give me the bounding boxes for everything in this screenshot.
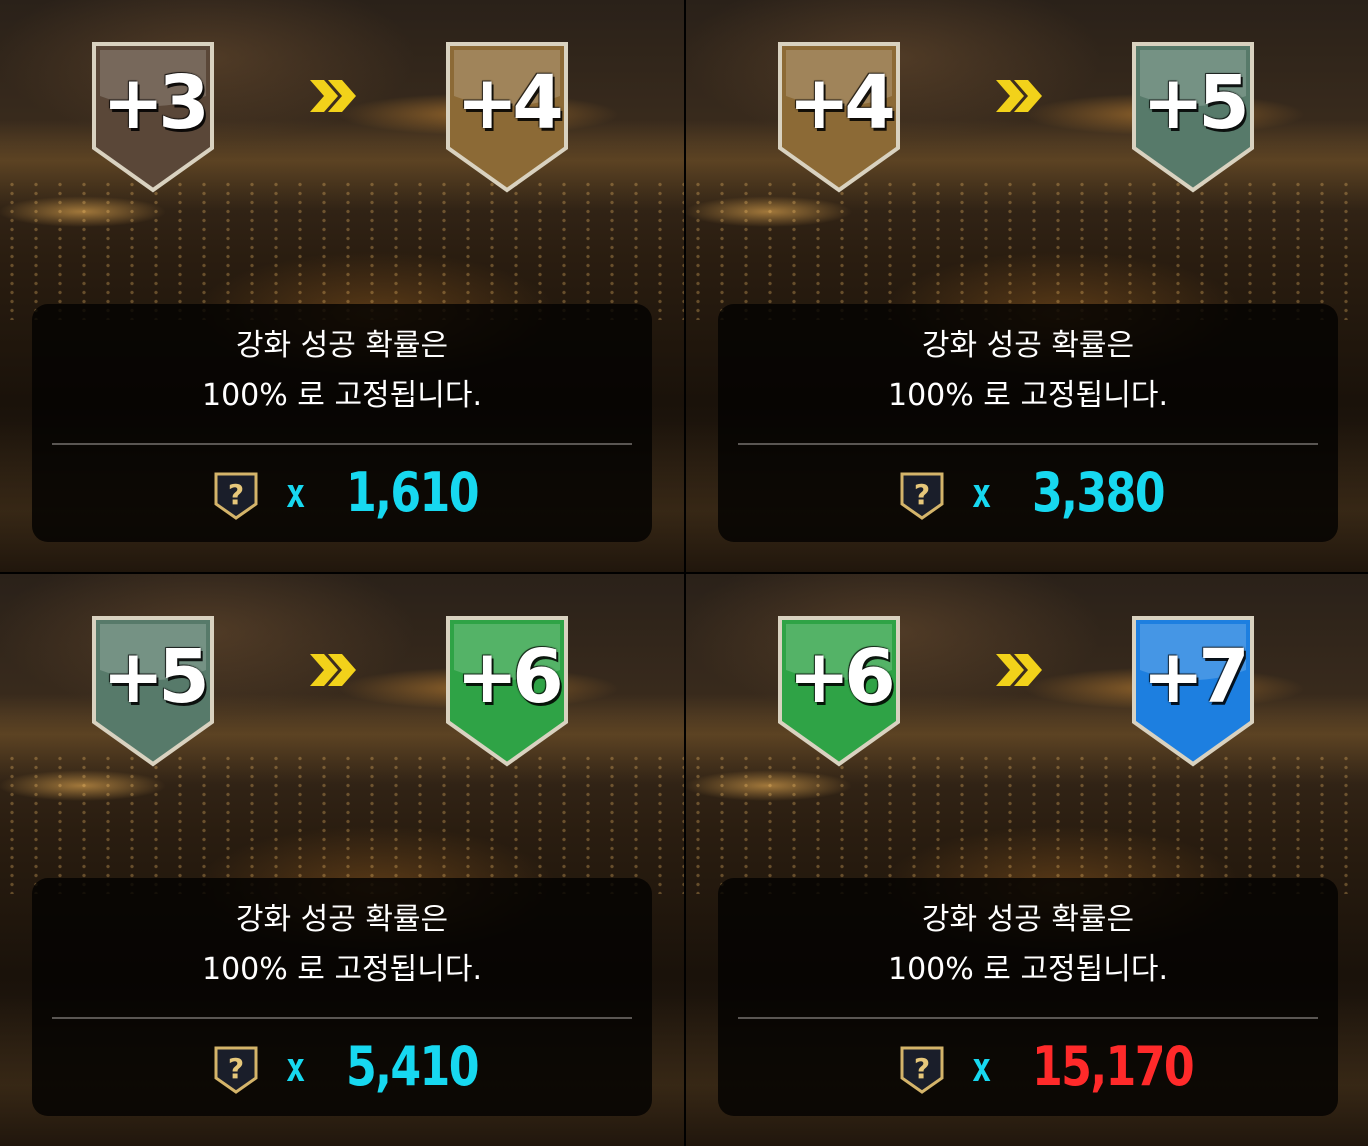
- success-rate-text: 강화 성공 확률은: [235, 902, 449, 937]
- to-level-label: +4: [456, 60, 564, 146]
- background-lights: [686, 180, 1368, 320]
- upgrade-panel: +4 +5 강화 성공 확률은 100% 로 고정됩니다. ? x 3,380: [684, 0, 1368, 572]
- to-level-badge: +7: [1126, 610, 1260, 770]
- upgrade-panel: +3 +4 강화 성공 확률은 100% 로 고정됩니다. ? x 1,610: [0, 0, 684, 572]
- to-level-label: +7: [1142, 634, 1250, 720]
- from-level-label: +3: [102, 60, 210, 146]
- double-chevron-right-icon: [306, 650, 360, 690]
- from-level-label: +4: [788, 60, 896, 146]
- cost-amount: 3,380: [1032, 461, 1166, 524]
- from-level-badge: +6: [772, 610, 906, 770]
- fixed-rate-text: 100% 로 고정됩니다.: [202, 952, 482, 987]
- times-symbol: x: [972, 1045, 992, 1091]
- success-rate-text: 강화 성공 확률은: [921, 328, 1135, 363]
- divider: [738, 1017, 1318, 1019]
- to-level-badge: +6: [440, 610, 574, 770]
- to-level-label: +6: [456, 634, 564, 720]
- cost-row: ? x 1,610: [32, 461, 652, 524]
- from-level-badge: +4: [772, 36, 906, 196]
- info-box: 강화 성공 확률은 100% 로 고정됩니다. ? x 15,170: [718, 878, 1338, 1116]
- success-rate-text: 강화 성공 확률은: [235, 328, 449, 363]
- to-level-badge: +4: [440, 36, 574, 196]
- fixed-rate-text: 100% 로 고정됩니다.: [888, 378, 1168, 413]
- cost-row: ? x 15,170: [718, 1035, 1338, 1098]
- times-symbol: x: [286, 1045, 306, 1091]
- double-chevron-right-icon: [306, 76, 360, 116]
- question-shield-icon: ?: [212, 1044, 260, 1094]
- upgrade-panel: +5 +6 강화 성공 확률은 100% 로 고정됩니다. ? x 5,410: [0, 572, 684, 1146]
- divider: [52, 443, 632, 445]
- from-level-label: +6: [788, 634, 896, 720]
- divider: [738, 443, 1318, 445]
- times-symbol: x: [286, 471, 306, 517]
- divider: [52, 1017, 632, 1019]
- info-box: 강화 성공 확률은 100% 로 고정됩니다. ? x 5,410: [32, 878, 652, 1116]
- from-level-badge: +3: [86, 36, 220, 196]
- cost-amount: 15,170: [1032, 1035, 1195, 1098]
- svg-text:?: ?: [228, 478, 244, 511]
- fixed-rate-text: 100% 로 고정됩니다.: [888, 952, 1168, 987]
- to-level-label: +5: [1142, 60, 1250, 146]
- upgrade-grid: +3 +4 강화 성공 확률은 100% 로 고정됩니다. ? x 1,610: [0, 0, 1368, 1146]
- times-symbol: x: [972, 471, 992, 517]
- cost-amount: 1,610: [346, 461, 480, 524]
- svg-text:?: ?: [228, 1052, 244, 1085]
- background-lights: [686, 754, 1368, 894]
- double-chevron-right-icon: [992, 650, 1046, 690]
- background-lights: [0, 180, 684, 320]
- cost-row: ? x 3,380: [718, 461, 1338, 524]
- fixed-rate-text: 100% 로 고정됩니다.: [202, 378, 482, 413]
- info-box: 강화 성공 확률은 100% 로 고정됩니다. ? x 1,610: [32, 304, 652, 542]
- cost-amount: 5,410: [346, 1035, 480, 1098]
- question-shield-icon: ?: [898, 1044, 946, 1094]
- upgrade-panel: +6 +7 강화 성공 확률은 100% 로 고정됩니다. ? x 15,170: [684, 572, 1368, 1146]
- background-lights: [0, 754, 684, 894]
- svg-text:?: ?: [914, 478, 930, 511]
- double-chevron-right-icon: [992, 76, 1046, 116]
- question-shield-icon: ?: [212, 470, 260, 520]
- to-level-badge: +5: [1126, 36, 1260, 196]
- from-level-badge: +5: [86, 610, 220, 770]
- info-box: 강화 성공 확률은 100% 로 고정됩니다. ? x 3,380: [718, 304, 1338, 542]
- success-rate-text: 강화 성공 확률은: [921, 902, 1135, 937]
- svg-text:?: ?: [914, 1052, 930, 1085]
- from-level-label: +5: [102, 634, 210, 720]
- cost-row: ? x 5,410: [32, 1035, 652, 1098]
- question-shield-icon: ?: [898, 470, 946, 520]
